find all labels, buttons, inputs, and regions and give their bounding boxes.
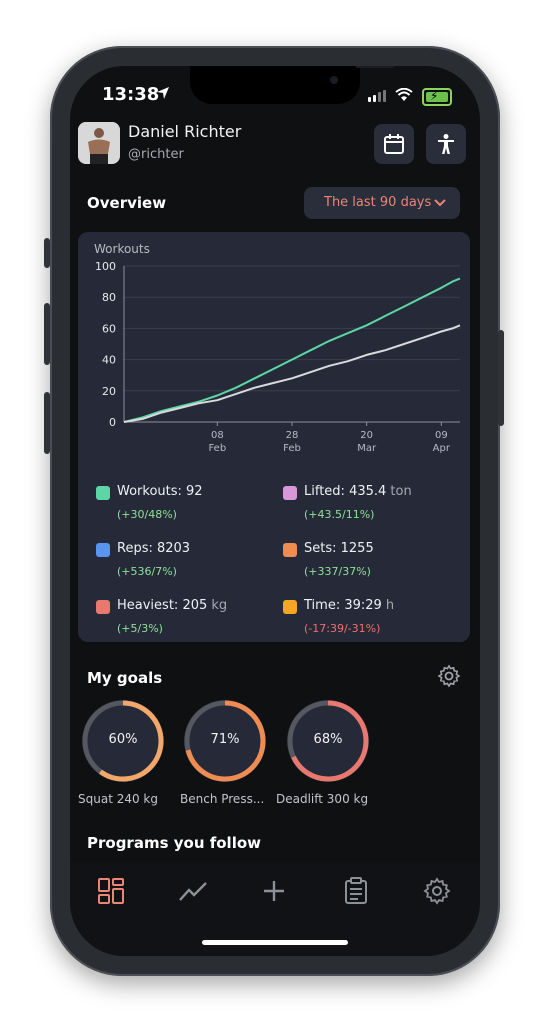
stat-delta: (-17:39/-31%): [304, 622, 381, 635]
x-tick-label: 09: [435, 430, 448, 441]
date-range-label: The last 90 days: [324, 195, 432, 210]
location-arrow-icon: [157, 87, 169, 99]
volume-up-button: [44, 303, 50, 365]
accessibility-icon: [438, 134, 454, 154]
goals-title: My goals: [87, 669, 163, 687]
stat-color-swatch: [96, 486, 110, 500]
cellular-signal-icon: [368, 90, 386, 102]
avatar[interactable]: [78, 122, 120, 164]
goals-settings-icon[interactable]: [437, 664, 461, 688]
user-name: Daniel Richter: [128, 122, 242, 141]
stat-color-swatch: [96, 600, 110, 614]
stat-delta: (+30/48%): [117, 508, 177, 521]
home-indicator: [202, 940, 348, 945]
goal-percent: 71%: [210, 732, 240, 747]
power-button: [498, 330, 504, 426]
stat-delta: (+5/3%): [117, 622, 163, 635]
body-button[interactable]: [426, 124, 466, 164]
x-tick-sublabel: Apr: [433, 443, 451, 454]
goal-label: Squat 240 kg: [78, 792, 158, 806]
y-tick-label: 20: [102, 385, 116, 398]
stat-label: Lifted: 435.4 ton: [304, 484, 412, 499]
y-tick-label: 80: [102, 291, 116, 304]
wifi-icon: [395, 88, 413, 101]
calendar-button[interactable]: [374, 124, 414, 164]
stats-card: Workouts 0 20 40 60 80 100 08 Feb 28 Feb 20 Mar 09 Apr…: [78, 232, 470, 642]
calendar-icon: [384, 134, 404, 154]
x-tick-label: 28: [286, 430, 299, 441]
x-tick-sublabel: Feb: [283, 443, 301, 454]
stat-delta: (+536/7%): [117, 565, 177, 578]
x-tick-label: 20: [360, 430, 373, 441]
stat-label: Reps: 8203: [117, 541, 191, 556]
dashboard-icon[interactable]: [96, 876, 126, 906]
battery-icon: ⚡: [422, 88, 452, 106]
x-tick-label: 08: [211, 430, 224, 441]
goal-label: Deadlift 300 kg: [276, 792, 369, 806]
stat-label: Workouts: 92: [117, 484, 203, 499]
stat-color-swatch: [96, 543, 110, 557]
goal-ring[interactable]: 60%: [78, 696, 168, 786]
user-handle: @richter: [128, 147, 184, 162]
status-time: 13:38: [102, 84, 160, 105]
stat-label: Sets: 1255: [304, 541, 374, 556]
settings-tab-icon[interactable]: [422, 876, 452, 906]
goal-ring[interactable]: 68%: [283, 696, 373, 786]
workouts-series-line: [123, 277, 461, 423]
date-range-dropdown[interactable]: The last 90 days: [304, 187, 460, 219]
battery-tip: [450, 92, 452, 98]
overview-title: Overview: [87, 194, 167, 212]
y-tick-label: 100: [95, 260, 116, 273]
goal-ring[interactable]: 71%: [180, 696, 270, 786]
x-tick-sublabel: Mar: [357, 443, 377, 454]
stat-delta: (+337/37%): [304, 565, 371, 578]
stat-delta: (+43.5/11%): [304, 508, 375, 521]
clipboard-icon[interactable]: [341, 876, 371, 906]
stat-label: Heaviest: 205 kg: [117, 598, 228, 613]
programs-title: Programs you follow: [87, 834, 261, 852]
workouts-chart: Workouts 0 20 40 60 80 100 08 Feb 28 Feb 20 Mar 09 Apr: [94, 242, 461, 454]
chevron-down-icon: [434, 199, 446, 207]
y-tick-label: 0: [109, 416, 116, 429]
goal-percent: 60%: [108, 732, 138, 747]
chart-title: Workouts: [94, 242, 150, 256]
plus-icon[interactable]: [259, 876, 289, 906]
stat-label: Time: 39:29 h: [304, 598, 395, 613]
speaker: [355, 66, 395, 68]
goal-percent: 68%: [313, 732, 343, 747]
stat-color-swatch: [283, 600, 297, 614]
y-tick-label: 40: [102, 354, 116, 367]
y-tick-label: 60: [102, 322, 116, 335]
trend-icon[interactable]: [178, 876, 208, 906]
app-screen: 13:38 ⚡ Daniel Richter @richter Overview…: [70, 66, 480, 956]
camera: [330, 76, 338, 84]
stat-color-swatch: [283, 543, 297, 557]
avatar-photo: [78, 122, 120, 164]
volume-down-button: [44, 392, 50, 454]
x-tick-sublabel: Feb: [208, 443, 226, 454]
stat-color-swatch: [283, 486, 297, 500]
mute-switch: [44, 238, 50, 268]
goal-label: Bench Press...: [180, 792, 265, 806]
notch: [190, 66, 395, 104]
